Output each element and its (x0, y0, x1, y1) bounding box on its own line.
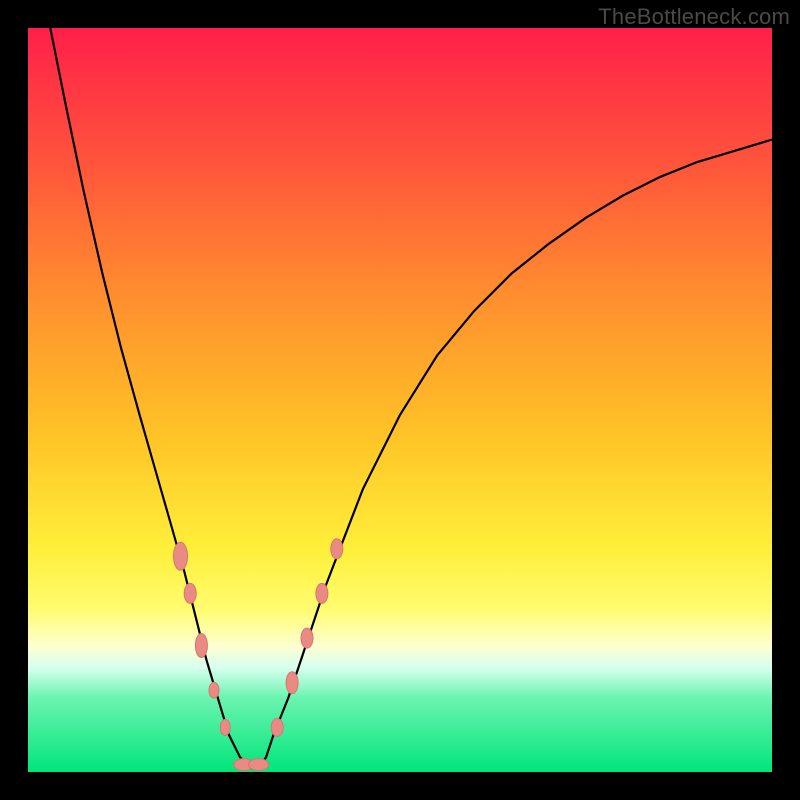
curve-marker (220, 719, 230, 735)
curve-marker (209, 682, 219, 698)
bottleneck-curve (28, 28, 772, 772)
curve-markers (174, 539, 343, 771)
curve-marker (316, 583, 328, 603)
curve-marker (249, 759, 269, 771)
curve-marker (174, 542, 188, 570)
watermark-text: TheBottleneck.com (598, 4, 790, 30)
plot-area (28, 28, 772, 772)
curve-marker (195, 634, 207, 658)
curve-marker (271, 718, 283, 736)
curve-marker (331, 539, 343, 559)
curve-marker (286, 672, 298, 694)
curve-marker (301, 628, 313, 648)
chart-frame: TheBottleneck.com (0, 0, 800, 800)
curve-marker (184, 583, 196, 603)
curve-line (50, 28, 772, 768)
